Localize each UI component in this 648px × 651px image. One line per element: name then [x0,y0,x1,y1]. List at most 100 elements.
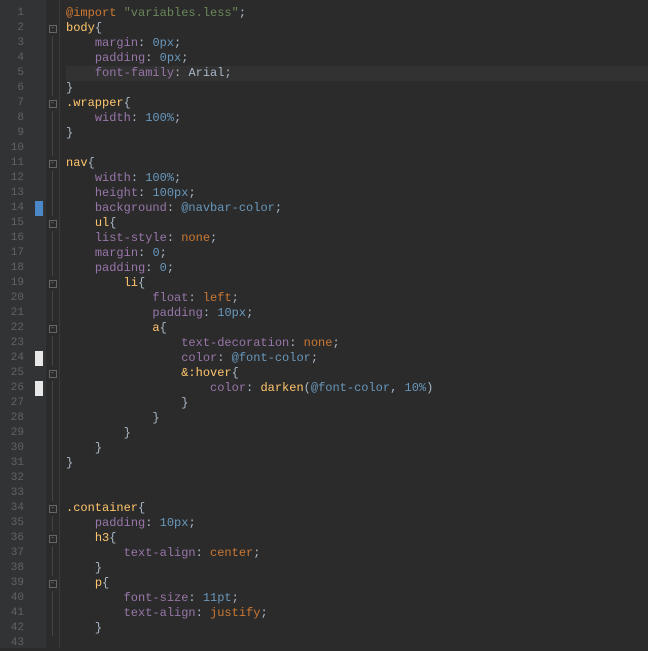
code-line[interactable]: ul{ [66,216,648,231]
code-line[interactable]: margin: 0px; [66,36,648,51]
code-line[interactable]: body{ [66,21,648,36]
fold-slot[interactable] [46,636,59,651]
code-editor[interactable]: 1234567891011121314151617181920212223242… [0,0,648,648]
fold-slot[interactable] [46,36,59,51]
code-line[interactable]: padding: 0; [66,261,648,276]
fold-toggle-icon[interactable]: - [49,580,57,588]
fold-slot[interactable] [46,51,59,66]
code-line[interactable]: } [66,621,648,636]
code-line[interactable]: nav{ [66,156,648,171]
code-line[interactable]: h3{ [66,531,648,546]
fold-slot[interactable] [46,441,59,456]
fold-slot[interactable] [46,351,59,366]
code-line[interactable]: p{ [66,576,648,591]
token: { [138,276,145,290]
code-line[interactable]: } [66,426,648,441]
code-line[interactable]: .wrapper{ [66,96,648,111]
fold-toggle-icon[interactable]: - [49,325,57,333]
fold-toggle-icon[interactable]: - [49,25,57,33]
fold-slot[interactable]: - [46,276,59,291]
fold-slot[interactable]: - [46,576,59,591]
code-line[interactable]: text-decoration: none; [66,336,648,351]
fold-slot[interactable] [46,546,59,561]
fold-slot[interactable] [46,201,59,216]
code-line[interactable]: width: 100%; [66,171,648,186]
code-line[interactable]: } [66,81,648,96]
code-line[interactable]: } [66,561,648,576]
fold-slot[interactable] [46,396,59,411]
fold-slot[interactable] [46,336,59,351]
fold-slot[interactable] [46,381,59,396]
code-line[interactable]: li{ [66,276,648,291]
code-line[interactable]: &:hover{ [66,366,648,381]
fold-slot[interactable] [46,411,59,426]
fold-slot[interactable] [46,486,59,501]
code-line[interactable]: margin: 0; [66,246,648,261]
fold-slot[interactable]: - [46,21,59,36]
code-line[interactable]: color: darken(@font-color, 10%) [66,381,648,396]
fold-slot[interactable] [46,231,59,246]
code-line[interactable]: padding: 10px; [66,306,648,321]
code-line[interactable]: height: 100px; [66,186,648,201]
fold-slot[interactable]: - [46,366,59,381]
fold-slot[interactable] [46,171,59,186]
code-line[interactable]: font-size: 11pt; [66,591,648,606]
fold-slot[interactable] [46,456,59,471]
fold-slot[interactable] [46,291,59,306]
code-line[interactable]: text-align: center; [66,546,648,561]
fold-slot[interactable] [46,516,59,531]
fold-slot[interactable]: - [46,501,59,516]
code-line[interactable] [66,471,648,486]
fold-slot[interactable] [46,186,59,201]
code-line[interactable]: } [66,411,648,426]
fold-toggle-icon[interactable]: - [49,220,57,228]
code-line[interactable] [66,486,648,501]
fold-toggle-icon[interactable]: - [49,505,57,513]
code-line[interactable]: float: left; [66,291,648,306]
fold-slot[interactable]: - [46,321,59,336]
fold-toggle-icon[interactable]: - [49,160,57,168]
fold-slot[interactable]: - [46,531,59,546]
fold-slot[interactable] [46,81,59,96]
code-line[interactable]: @import "variables.less"; [66,6,648,21]
fold-slot[interactable] [46,6,59,21]
fold-toggle-icon[interactable]: - [49,280,57,288]
code-line[interactable]: text-align: justify; [66,606,648,621]
fold-slot[interactable] [46,591,59,606]
code-line[interactable]: color: @font-color; [66,351,648,366]
code-line[interactable]: } [66,456,648,471]
code-area[interactable]: @import "variables.less";body{ margin: 0… [60,0,648,648]
code-line[interactable]: .container{ [66,501,648,516]
code-line[interactable] [66,141,648,156]
fold-slot[interactable] [46,561,59,576]
fold-slot[interactable]: - [46,216,59,231]
code-line[interactable]: padding: 0px; [66,51,648,66]
fold-gutter[interactable]: - - - - - - - - - - [46,0,60,648]
fold-slot[interactable] [46,471,59,486]
code-line[interactable]: a{ [66,321,648,336]
code-line[interactable]: } [66,441,648,456]
fold-slot[interactable] [46,261,59,276]
fold-slot[interactable] [46,111,59,126]
fold-slot[interactable] [46,621,59,636]
code-line[interactable]: padding: 10px; [66,516,648,531]
code-line[interactable]: background: @navbar-color; [66,201,648,216]
fold-slot[interactable] [46,141,59,156]
fold-slot[interactable] [46,246,59,261]
code-line[interactable]: font-family: Arial; [66,66,648,81]
fold-slot[interactable] [46,606,59,621]
fold-toggle-icon[interactable]: - [49,535,57,543]
code-line[interactable]: } [66,396,648,411]
fold-toggle-icon[interactable]: - [49,370,57,378]
fold-slot[interactable] [46,126,59,141]
code-line[interactable] [66,636,648,651]
fold-slot[interactable] [46,66,59,81]
fold-toggle-icon[interactable]: - [49,100,57,108]
code-line[interactable]: } [66,126,648,141]
fold-slot[interactable] [46,426,59,441]
code-line[interactable]: width: 100%; [66,111,648,126]
fold-slot[interactable] [46,306,59,321]
fold-slot[interactable]: - [46,156,59,171]
code-line[interactable]: list-style: none; [66,231,648,246]
fold-slot[interactable]: - [46,96,59,111]
